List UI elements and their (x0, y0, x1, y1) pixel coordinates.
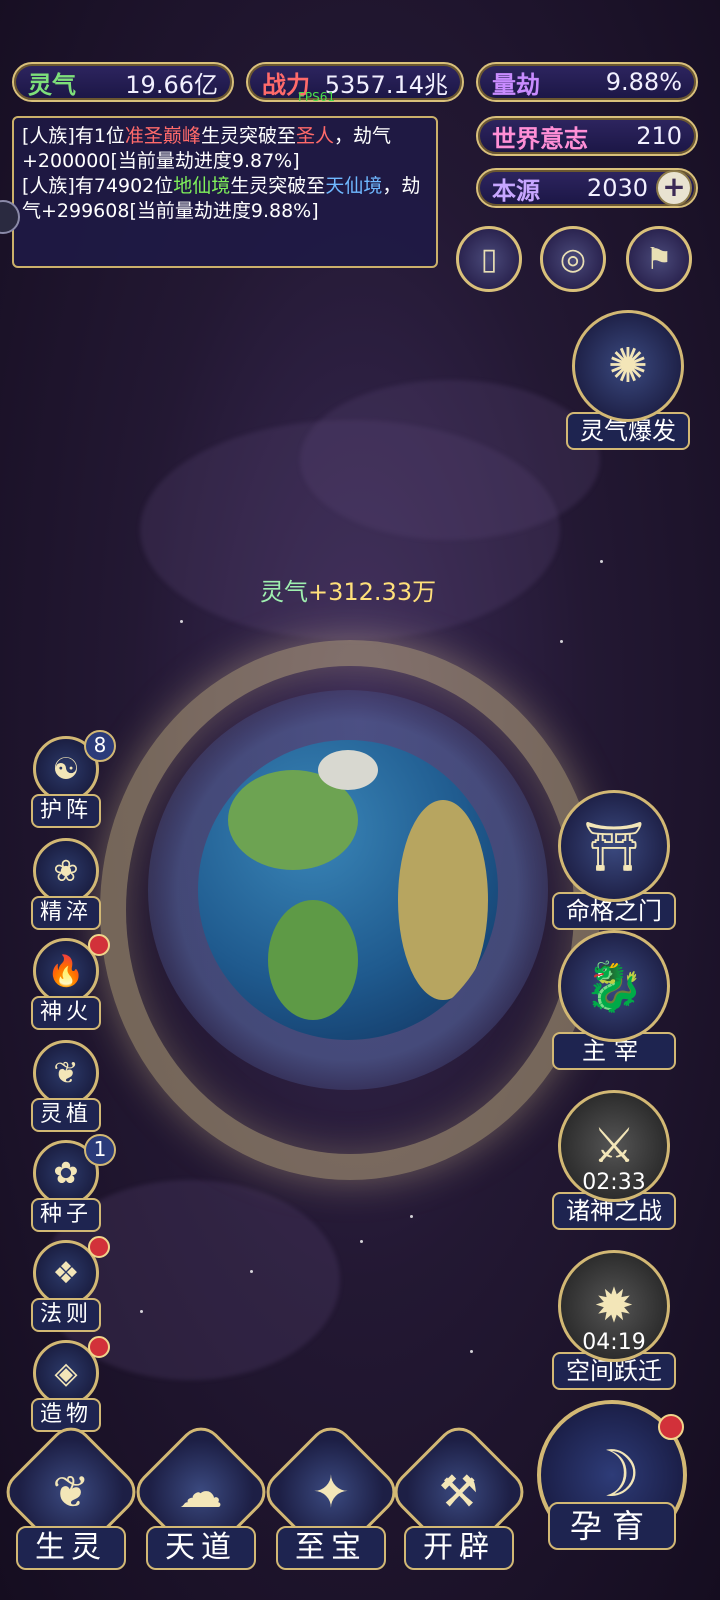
menu-jingcui[interactable]: ❀ 精淬 (28, 838, 104, 930)
star (410, 1215, 413, 1218)
lingqi-burst-button[interactable]: ✺ 灵气爆发 (564, 310, 692, 450)
tab-yunyu[interactable]: ☽ 孕育 (532, 1400, 692, 1590)
menu-label: 精淬 (31, 896, 101, 930)
event-log: [人族]有1位准圣巅峰生灵突破至圣人，劫气+200000[当前量劫进度9.87%… (12, 116, 438, 268)
tab-label: 天道 (146, 1526, 256, 1570)
land (268, 900, 358, 1020)
menu-space-jump[interactable]: ✹ 04:19 空间跃迁 (550, 1250, 678, 1390)
liangjie-label: 量劫 (492, 70, 540, 99)
flag-icon[interactable]: ⚑ (626, 226, 692, 292)
countdown-timer: 02:33 (582, 1170, 646, 1195)
notification-dot (88, 1236, 110, 1258)
menu-zaowu[interactable]: ◈ 造物 (28, 1336, 110, 1432)
menu-label: 神火 (31, 996, 101, 1030)
gain-label: 灵气 (260, 578, 308, 606)
fps-counter: FPS61 (298, 90, 336, 104)
benyuan-value: 2030 (586, 174, 648, 202)
world-will-bar[interactable]: 世界意志 210 (476, 116, 698, 156)
gain-value: +312.33万 (308, 578, 437, 606)
menu-label: 种子 (31, 1198, 101, 1232)
lingqi-label: 灵气 (28, 70, 76, 99)
cloud (300, 380, 600, 540)
log-line: [人族]有1位准圣巅峰生灵突破至圣人，劫气+200000[当前量劫进度9.87%… (22, 125, 391, 172)
star (470, 1350, 473, 1353)
count-badge: 1 (84, 1134, 116, 1166)
tab-label: 至宝 (276, 1526, 386, 1570)
lingqi-gain: 灵气+312.33万 (260, 572, 436, 607)
zhanli-value: 5357.14兆 (324, 70, 448, 99)
menu-huzhen[interactable]: ☯ 护阵 8 (28, 730, 116, 828)
land (398, 800, 488, 1000)
menu-mingge-gate[interactable]: ⛩ 命格之门 (550, 790, 678, 930)
menu-zhongzi[interactable]: ✿ 种子 1 (28, 1134, 116, 1232)
vortex-icon: ✹ 04:19 (558, 1250, 670, 1362)
liangjie-bar[interactable]: 量劫 9.88% (476, 62, 698, 102)
tab-tiandao[interactable]: ☁ 天道 (127, 1418, 275, 1570)
tab-shengling[interactable]: ❦ 生灵 (0, 1418, 145, 1570)
portal-icon[interactable]: ◎ (540, 226, 606, 292)
star (250, 1270, 253, 1273)
star (180, 620, 183, 623)
count-badge: 8 (84, 730, 116, 762)
card-icon[interactable]: ▯ (456, 226, 522, 292)
menu-zhuzai[interactable]: 🐉 主宰 (550, 930, 678, 1070)
sword-icon: ⚔ 02:33 (558, 1090, 670, 1202)
gate-icon: ⛩ (558, 790, 670, 902)
tab-zhibao[interactable]: ✦ 至宝 (257, 1418, 405, 1570)
tab-label: 生灵 (16, 1526, 126, 1570)
menu-war-of-gods[interactable]: ⚔ 02:33 诸神之战 (550, 1090, 678, 1230)
log-line: [人族]有74902位地仙境生灵突破至天仙境，劫气+299608[当前量劫进度9… (22, 175, 421, 222)
burst-icon: ✺ (572, 310, 684, 422)
dragon-icon: 🐉 (558, 930, 670, 1042)
world-will-value: 210 (636, 122, 682, 150)
plant-icon: ❦ (33, 1040, 99, 1106)
star (140, 1310, 143, 1313)
add-benyuan-button[interactable]: + (656, 170, 692, 206)
tab-label: 开辟 (404, 1526, 514, 1570)
lingqi-bar[interactable]: 灵气 19.66亿 (12, 62, 234, 102)
land (318, 750, 378, 790)
benyuan-bar[interactable]: 本源 2030 + (476, 168, 698, 208)
liangjie-value: 9.88% (605, 68, 682, 96)
notification-dot (88, 934, 110, 956)
menu-label: 法则 (31, 1298, 101, 1332)
menu-shenhuo[interactable]: 🔥 神火 (28, 934, 110, 1030)
tab-label: 孕育 (548, 1502, 676, 1550)
benyuan-label: 本源 (492, 176, 540, 205)
menu-label: 灵植 (31, 1098, 101, 1132)
zhanli-bar[interactable]: 战力 5357.14兆 (246, 62, 464, 102)
menu-label: 护阵 (31, 794, 101, 828)
world-will-label: 世界意志 (492, 124, 588, 153)
notification-dot (88, 1336, 110, 1358)
lingqi-value: 19.66亿 (125, 70, 218, 99)
star (600, 560, 603, 563)
menu-lingzhi[interactable]: ❦ 灵植 (28, 1040, 104, 1132)
lotus-flame-icon: ❀ (33, 838, 99, 904)
earth-planet[interactable] (198, 740, 498, 1040)
notification-dot (658, 1414, 684, 1440)
star (560, 640, 563, 643)
star (360, 1240, 363, 1243)
tab-kaipi[interactable]: ⚒ 开辟 (385, 1418, 533, 1570)
countdown-timer: 04:19 (582, 1330, 646, 1355)
menu-faze[interactable]: ❖ 法则 (28, 1236, 110, 1332)
